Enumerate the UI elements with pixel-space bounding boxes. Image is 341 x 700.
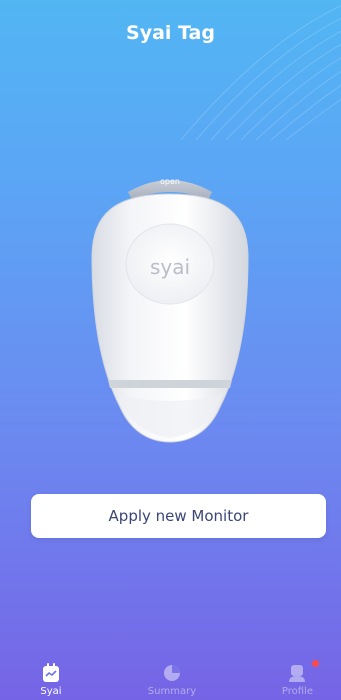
pie-chart-icon xyxy=(161,662,183,684)
monitor-icon xyxy=(40,662,62,684)
decorative-lines xyxy=(180,5,341,140)
tab-syai[interactable]: Syai xyxy=(40,662,62,697)
apply-new-monitor-button[interactable]: Apply new Monitor xyxy=(31,494,326,538)
profile-icon xyxy=(286,660,319,684)
device-brand-logo: syai xyxy=(150,255,190,279)
tab-summary[interactable]: Summary xyxy=(148,662,196,697)
tab-label-summary: Summary xyxy=(147,686,197,697)
tab-label-profile: Profile xyxy=(281,686,313,697)
tab-label-syai: Syai xyxy=(40,686,62,697)
app-screen: Syai Tag open syai Apply new Monitor Sya… xyxy=(0,0,341,700)
bottom-tab-bar: Syai Summary Profile xyxy=(0,640,341,700)
page-title: Syai Tag xyxy=(126,22,215,44)
monitor-device-illustration: open syai xyxy=(60,162,280,454)
notification-badge xyxy=(311,660,319,667)
tab-profile[interactable]: Profile xyxy=(281,660,319,697)
open-tab-label: open xyxy=(160,177,180,186)
